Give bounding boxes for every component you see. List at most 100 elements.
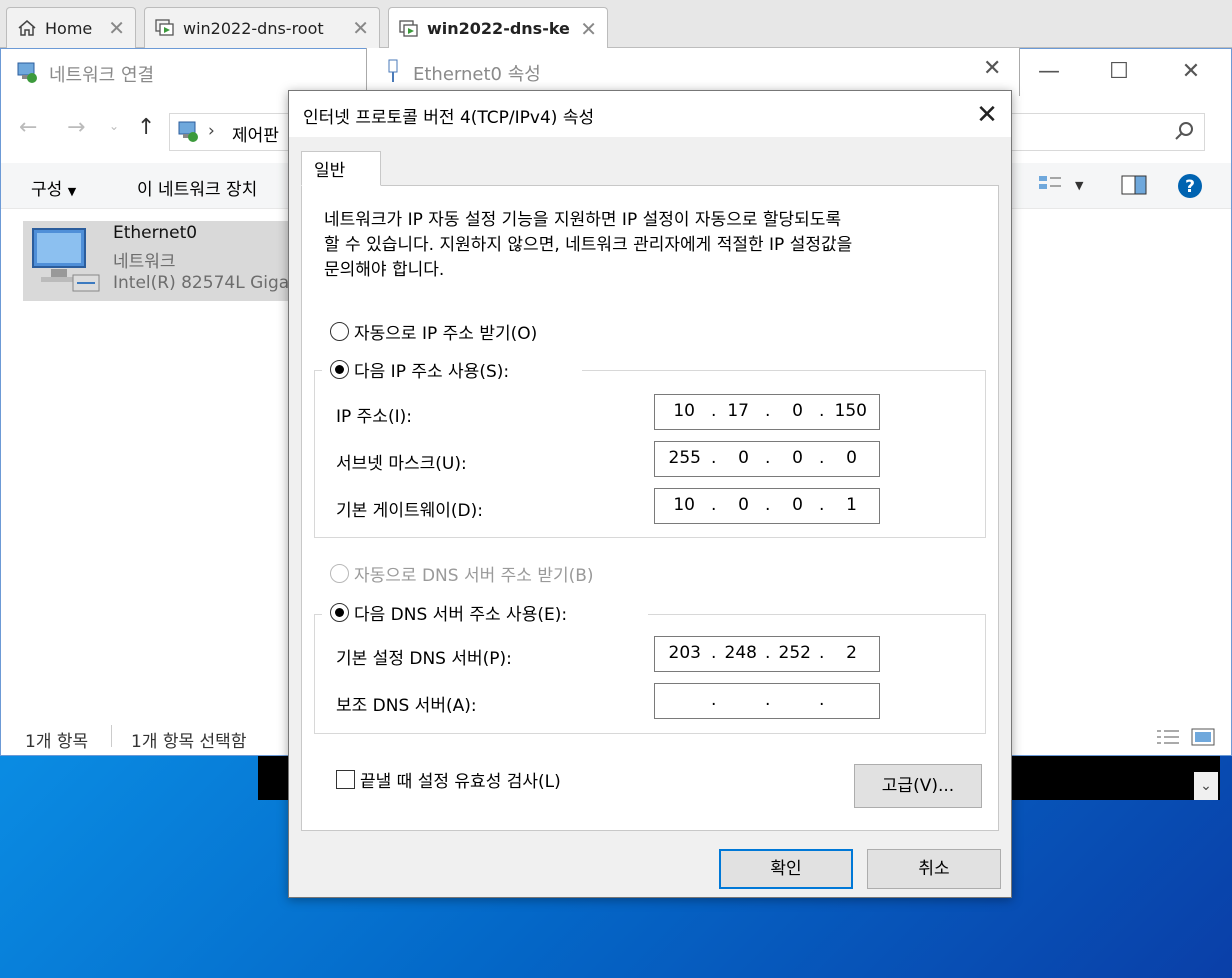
tab-win2022-dns-root[interactable]: win2022-dns-root ✕ [144,7,380,48]
mask-octet: 0 [846,448,857,468]
radio-manual-dns[interactable] [330,603,349,622]
recent-chevron-icon[interactable]: ⌄ [109,119,119,133]
dns-octet: 203 [668,643,701,663]
search-icon[interactable] [1174,120,1196,147]
radio-auto-dns[interactable] [330,564,349,583]
ip-address-label: IP 주소(I): [336,407,412,427]
description-line: 할 수 있습니다. 지원하지 않으면, 네트워크 관리자에게 적절한 IP 설정… [324,235,853,255]
description-line: 문의해야 합니다. [324,260,445,280]
gateway-label: 기본 게이트웨이(D): [336,501,483,521]
network-connections-icon [15,61,39,90]
help-icon[interactable]: ? [1177,173,1203,204]
mask-octet: 0 [792,448,803,468]
organize-menu[interactable]: 구성 ▼ [31,175,76,200]
svg-text:?: ? [1185,177,1195,197]
close-icon[interactable]: ✕ [108,16,125,40]
mask-octet: 0 [738,448,749,468]
dns-octet: 248 [724,643,757,663]
large-icons-view-icon[interactable] [1191,727,1215,752]
tab-label: win2022-dns-ke [427,19,570,38]
validate-checkbox[interactable] [336,770,355,789]
subnet-mask-field[interactable]: 255 . 0 . 0 . 0 [654,441,880,477]
description-text: 네트워크가 IP 자동 설정 기능을 지원하면 IP 설정이 자동으로 할당되도… [324,208,984,283]
subnet-mask-label: 서브넷 마스크(U): [336,454,467,474]
chevron-down-icon[interactable]: ▼ [1075,179,1083,192]
ethernet0-properties-window: Ethernet0 속성 ✕ [366,48,1020,96]
alternate-dns-label: 보조 DNS 서버(A): [336,696,477,716]
alternate-dns-field[interactable]: . . . [654,683,880,719]
general-tab-page: 네트워크가 IP 자동 설정 기능을 지원하면 IP 설정이 자동으로 할당되도… [301,185,999,831]
item-adapter: Intel(R) 82574L Giga [113,273,290,293]
scroll-down-icon[interactable]: ⌄ [1194,772,1218,800]
radio-auto-dns-label: 자동으로 DNS 서버 주소 받기(B) [354,566,594,586]
ip-octet: 17 [727,401,749,421]
gateway-field[interactable]: 10 . 0 . 0 . 1 [654,488,880,524]
close-icon[interactable]: ✕ [352,16,369,40]
forward-arrow-icon[interactable]: → [67,115,85,140]
description-line: 네트워크가 IP 자동 설정 기능을 지원하면 IP 설정이 자동으로 할당되도… [324,210,842,230]
status-divider [111,725,112,747]
close-button[interactable]: ✕ [983,56,1001,81]
radio-manual-dns-label: 다음 DNS 서버 주소 사용(E): [354,605,568,625]
list-item-ethernet0[interactable]: Ethernet0 네트워크 Intel(R) 82574L Giga [23,221,293,301]
ip-address-field[interactable]: 10 . 17 . 0 . 150 [654,394,880,430]
gateway-octet: 0 [738,495,749,515]
organize-label: 구성 [31,180,63,200]
radio-manual-ip[interactable] [330,360,349,379]
dialog-title: 인터넷 프로토콜 버전 4(TCP/IPv4) 속성 [303,108,595,128]
close-icon[interactable]: ✕ [580,17,597,41]
preview-pane-icon[interactable] [1121,175,1147,200]
vm-icon [399,19,419,38]
tab-general[interactable]: 일반 [301,151,381,186]
tab-home-label: Home [45,18,93,38]
advanced-button[interactable]: 고급(V)... [854,764,982,808]
dns-octet: 2 [846,643,857,663]
manual-dns-group [314,614,986,734]
cancel-button[interactable]: 취소 [867,849,1001,889]
minimize-button[interactable]: — [1029,59,1069,87]
disable-device-command[interactable]: 이 네트워크 장치 [137,175,257,200]
validate-checkbox-label: 끝낼 때 설정 유효성 검사(L) [360,772,561,792]
vm-tab-strip: Home ✕ win2022-dns-root ✕ win2022-dns-ke… [0,0,1232,49]
mask-octet: 255 [668,448,701,468]
radio-auto-ip[interactable] [330,322,349,341]
back-arrow-icon[interactable]: ← [19,115,37,140]
up-arrow-icon[interactable]: ↑ [137,115,155,140]
breadcrumb[interactable]: 제어판 [232,121,279,146]
status-item-count: 1개 항목 [25,732,89,752]
view-options-icon[interactable] [1037,173,1063,202]
radio-auto-ip-label: 자동으로 IP 주소 받기(O) [354,324,538,344]
gateway-octet: 1 [846,495,857,515]
ip-octet: 10 [673,401,695,421]
ip-octet: 0 [792,401,803,421]
control-panel-icon [176,120,200,149]
item-name: Ethernet0 [113,223,198,243]
maximize-button[interactable]: ☐ [1099,59,1139,87]
home-icon [17,19,37,37]
tab-home[interactable]: Home ✕ [6,7,136,48]
close-button[interactable]: ✕ [1171,59,1211,87]
gateway-octet: 10 [673,495,695,515]
ip-octet: 150 [834,401,867,421]
dialog-close-button[interactable]: ✕ [969,97,1005,133]
breadcrumb-separator-icon: › [208,121,215,141]
details-view-icon[interactable] [1155,727,1181,752]
vm-icon [155,19,175,37]
ipv4-properties-dialog: 인터넷 프로토콜 버전 4(TCP/IPv4) 속성 ✕ 일반 네트워크가 IP… [288,90,1012,898]
dropdown-arrow-icon: ▼ [67,185,77,198]
network-cable-icon [383,58,403,89]
gateway-octet: 0 [792,495,803,515]
ethernet0-window-title: Ethernet0 속성 [413,64,541,85]
dns-octet: 252 [778,643,811,663]
radio-manual-ip-label: 다음 IP 주소 사용(S): [354,362,510,382]
network-adapter-icon [29,225,105,302]
preferred-dns-field[interactable]: 203 . 248 . 252 . 2 [654,636,880,672]
status-selected-count: 1개 항목 선택함 [131,732,247,752]
dialog-titlebar: 인터넷 프로토콜 버전 4(TCP/IPv4) 속성 ✕ [289,91,1011,137]
window-title: 네트워크 연결 [49,65,155,86]
item-type: 네트워크 [113,252,176,272]
tab-win2022-dns-ke[interactable]: win2022-dns-ke ✕ [388,7,608,49]
ok-button[interactable]: 확인 [719,849,853,889]
preferred-dns-label: 기본 설정 DNS 서버(P): [336,649,512,669]
tab-label: win2022-dns-root [183,18,324,38]
